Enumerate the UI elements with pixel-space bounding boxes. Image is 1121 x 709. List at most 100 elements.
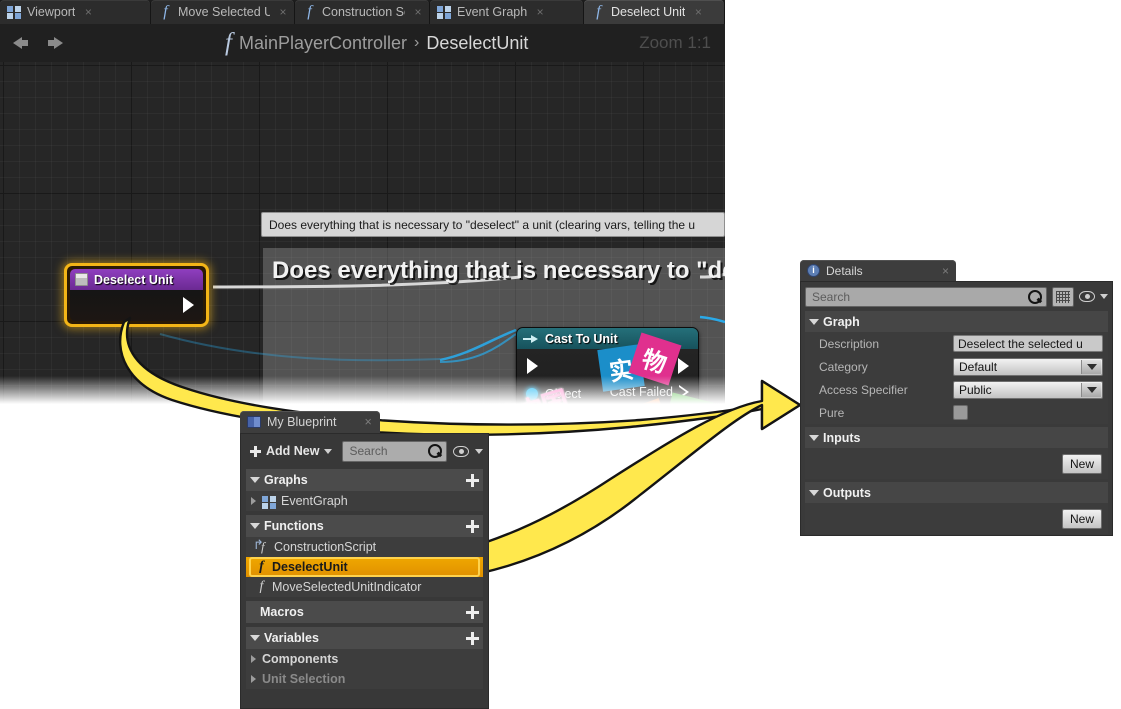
section-header-macros[interactable]: Macros bbox=[246, 601, 483, 623]
details-row-category: Category Default bbox=[805, 355, 1108, 378]
cast-failed-pin-row[interactable]: Cast Failed bbox=[610, 385, 689, 399]
node-deselect-unit-entry[interactable]: Deselect Unit bbox=[64, 263, 209, 327]
search-placeholder: Search bbox=[812, 289, 851, 304]
row-label: Description bbox=[819, 336, 880, 351]
node-cast-to-unit[interactable]: Cast To Unit Object Cast Failed it bbox=[516, 327, 699, 412]
search-input[interactable]: Search bbox=[342, 440, 447, 462]
list-item-label: EventGraph bbox=[281, 494, 348, 508]
expander-icon bbox=[250, 477, 260, 483]
add-output-button[interactable]: New bbox=[1061, 508, 1102, 529]
add-new-button[interactable]: Add New bbox=[246, 440, 336, 462]
add-macro-button[interactable] bbox=[466, 605, 479, 619]
panel-title: My Blueprint bbox=[267, 415, 337, 429]
close-icon[interactable]: × bbox=[942, 264, 949, 278]
my-blueprint-body: Add New Search Graphs EventGraph Functio… bbox=[240, 433, 489, 709]
chevron-down-icon[interactable] bbox=[1081, 382, 1101, 397]
description-field[interactable]: Deselect the selected u bbox=[953, 335, 1103, 352]
add-input-button[interactable]: New bbox=[1061, 453, 1102, 474]
section-header-graphs[interactable]: Graphs bbox=[246, 469, 483, 491]
list-item-unit-selection[interactable]: Unit Selection bbox=[246, 669, 483, 689]
forward-arrow-icon[interactable] bbox=[42, 32, 68, 54]
row-field: Deselect the selected u bbox=[953, 335, 1108, 352]
add-function-button[interactable] bbox=[466, 519, 479, 533]
tab-my-blueprint[interactable]: My Blueprint × bbox=[240, 411, 380, 433]
tab-move-selected-unit[interactable]: f Move Selected Un × bbox=[151, 0, 295, 24]
section-label: Functions bbox=[264, 519, 324, 533]
add-variable-button[interactable] bbox=[466, 631, 479, 645]
pin-label: Cast Failed bbox=[609, 385, 673, 399]
row-label: Category bbox=[819, 359, 868, 374]
tab-event-graph[interactable]: Event Graph × bbox=[430, 0, 584, 24]
tab-details[interactable]: i Details × bbox=[800, 260, 956, 281]
my-blueprint-panel: My Blueprint × Add New Search Graphs Eve… bbox=[240, 411, 489, 709]
chevron-down-icon[interactable] bbox=[1081, 359, 1101, 374]
row-label: Access Specifier bbox=[819, 382, 908, 397]
function-node-icon bbox=[75, 273, 88, 286]
section-header-functions[interactable]: Functions bbox=[246, 515, 483, 537]
expander-icon bbox=[250, 635, 260, 641]
eye-icon[interactable] bbox=[453, 445, 469, 457]
details-section-inputs[interactable]: Inputs bbox=[805, 427, 1108, 448]
tab-close-icon[interactable]: × bbox=[693, 6, 703, 18]
list-item-constructionscript[interactable]: ConstructionScript bbox=[246, 537, 483, 557]
tab-close-icon[interactable]: × bbox=[413, 6, 423, 18]
tooltip-text: Does everything that is necessary to "de… bbox=[269, 217, 696, 232]
list-item-label: MoveSelectedUnitIndicator bbox=[272, 580, 422, 594]
breadcrumb-parent[interactable]: MainPlayerController bbox=[239, 33, 407, 54]
section-label: Outputs bbox=[823, 485, 871, 500]
expander-icon bbox=[809, 434, 819, 441]
add-graph-button[interactable] bbox=[466, 473, 479, 487]
expander-icon[interactable] bbox=[251, 497, 256, 505]
tab-deselect-unit[interactable]: f Deselect Unit × bbox=[584, 0, 725, 24]
category-dropdown[interactable]: Default bbox=[953, 357, 1103, 376]
grid-icon bbox=[437, 5, 452, 19]
node-title: Deselect Unit bbox=[94, 272, 174, 287]
close-icon[interactable]: × bbox=[364, 415, 371, 429]
exec-output-pin[interactable] bbox=[678, 358, 689, 374]
search-input[interactable]: Search bbox=[805, 286, 1047, 307]
tab-label: Event Graph bbox=[457, 5, 528, 19]
chevron-down-icon[interactable] bbox=[475, 448, 483, 454]
chevron-down-icon[interactable] bbox=[1100, 294, 1108, 299]
details-tab-row: i Details × bbox=[800, 260, 1113, 281]
object-input-pin[interactable] bbox=[526, 388, 538, 400]
expander-icon[interactable] bbox=[251, 675, 256, 683]
grid-view-button[interactable] bbox=[1052, 286, 1074, 307]
editor-tab-strip: Viewport × f Move Selected Un × f Constr… bbox=[0, 0, 725, 24]
row-field bbox=[953, 405, 1108, 420]
tab-viewport[interactable]: Viewport × bbox=[0, 0, 151, 24]
access-specifier-dropdown[interactable]: Public bbox=[953, 380, 1103, 399]
expander-icon[interactable] bbox=[251, 655, 256, 663]
node-body: Object Cast Failed it bbox=[517, 349, 698, 412]
list-item-components[interactable]: Components bbox=[246, 649, 483, 669]
back-arrow-icon[interactable] bbox=[8, 32, 34, 54]
access-specifier-value: Public bbox=[959, 382, 992, 397]
tab-close-icon[interactable]: × bbox=[278, 6, 288, 18]
list-item-eventgraph[interactable]: EventGraph bbox=[246, 491, 483, 511]
list-item-deselectunit[interactable]: f DeselectUnit bbox=[246, 557, 483, 577]
eye-icon[interactable] bbox=[1079, 291, 1095, 302]
function-icon: f bbox=[225, 29, 232, 56]
details-row-access-specifier: Access Specifier Public bbox=[805, 378, 1108, 401]
list-item-moveselectedunitindicator[interactable]: f MoveSelectedUnitIndicator bbox=[246, 577, 483, 597]
list-item-label: Unit Selection bbox=[262, 672, 346, 686]
cast-failed-exec-pin[interactable] bbox=[679, 385, 689, 399]
blueprint-graph-canvas[interactable]: Deselect Unit Selected Unit Cast To Unit bbox=[0, 62, 725, 412]
tab-close-icon[interactable]: × bbox=[535, 6, 545, 18]
exec-output-pin[interactable] bbox=[183, 297, 194, 313]
details-section-outputs[interactable]: Outputs bbox=[805, 482, 1108, 503]
section-header-variables[interactable]: Variables bbox=[246, 627, 483, 649]
details-section-graph[interactable]: Graph bbox=[805, 311, 1108, 332]
tab-construction-script[interactable]: f Construction Scrip × bbox=[295, 0, 430, 24]
section-label: Macros bbox=[260, 605, 304, 619]
blueprint-book-icon bbox=[247, 416, 261, 428]
object-input-pin-row[interactable]: Object bbox=[526, 387, 581, 401]
tab-close-icon[interactable]: × bbox=[83, 6, 93, 18]
pin-label: Object bbox=[545, 387, 582, 401]
exec-input-pin[interactable] bbox=[527, 358, 538, 374]
zoom-level-label: Zoom 1:1 bbox=[639, 33, 711, 52]
search-icon bbox=[1028, 289, 1042, 304]
pure-checkbox[interactable] bbox=[953, 405, 968, 420]
my-blueprint-toolbar: Add New Search bbox=[246, 439, 483, 463]
details-toolbar: Search bbox=[805, 286, 1108, 307]
